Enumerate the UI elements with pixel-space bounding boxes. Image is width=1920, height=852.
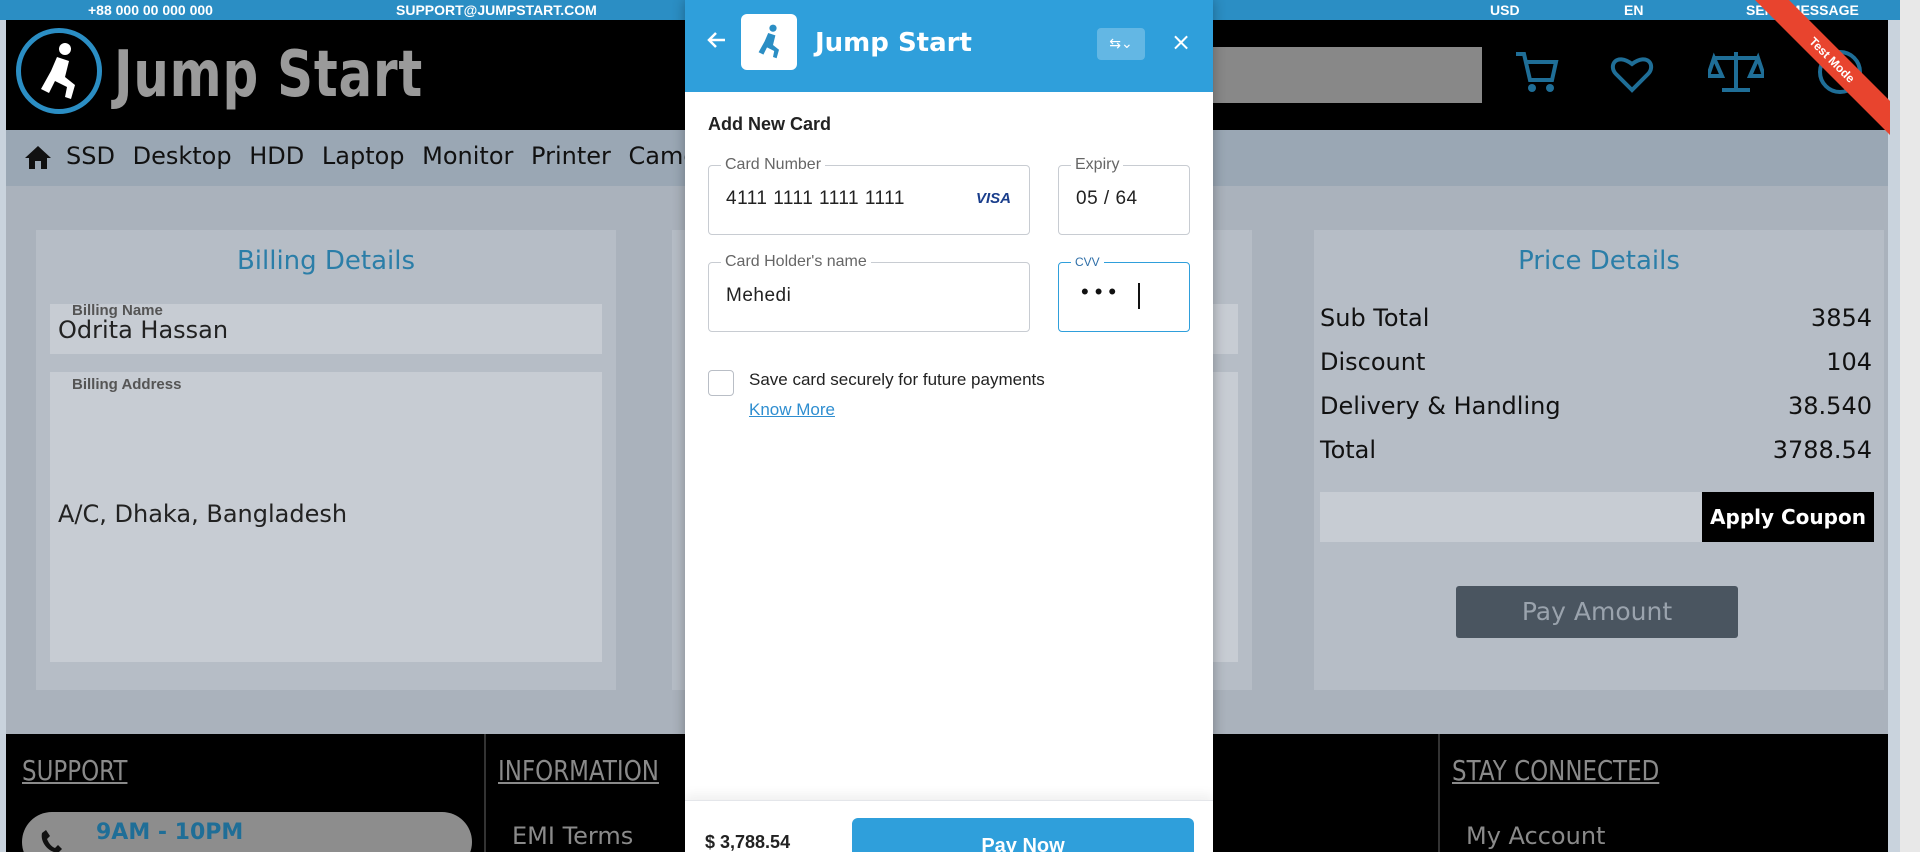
know-more-link[interactable]: Know More bbox=[749, 400, 835, 420]
price-row-discount: Discount 104 bbox=[1320, 348, 1872, 376]
support-hours-badge: 9AM - 10PM bbox=[22, 812, 472, 852]
price-row-total: Total 3788.54 bbox=[1320, 436, 1872, 464]
footer-link-my-account[interactable]: My Account bbox=[1466, 822, 1605, 850]
footer-divider bbox=[484, 734, 486, 852]
price-row-subtotal: Sub Total 3854 bbox=[1320, 304, 1872, 332]
translate-icon: ⇆⌄ bbox=[1109, 36, 1133, 52]
visa-brand-icon: VISA bbox=[975, 190, 1011, 207]
wishlist-heart-icon[interactable] bbox=[1608, 48, 1656, 96]
expiry-label: Expiry bbox=[1071, 156, 1124, 174]
card-number-label: Card Number bbox=[721, 156, 826, 174]
cart-icon[interactable] bbox=[1512, 48, 1560, 96]
pay-amount-button[interactable]: Pay Amount bbox=[1456, 586, 1738, 638]
billing-address-value: A/C, Dhaka, Bangladesh bbox=[58, 500, 348, 528]
expiry-input[interactable]: Expiry 05 / 64 bbox=[1058, 156, 1190, 235]
billing-address-label: Billing Address bbox=[72, 376, 182, 393]
compare-scale-icon[interactable] bbox=[1708, 48, 1764, 96]
billing-title: Billing Details bbox=[236, 246, 416, 276]
search-input[interactable] bbox=[1192, 47, 1482, 103]
text-caret bbox=[1138, 283, 1140, 309]
nav-item-laptop[interactable]: Laptop bbox=[322, 142, 405, 170]
price-row-delivery: Delivery & Handling 38.540 bbox=[1320, 392, 1872, 420]
cvv-label: CVV bbox=[1071, 255, 1104, 269]
currency-selector[interactable]: USD bbox=[1490, 2, 1520, 18]
send-message-link[interactable]: SEND MESSAGE bbox=[1746, 2, 1859, 18]
support-hours: 9AM - 10PM bbox=[96, 820, 244, 845]
card-holder-name-input[interactable]: Card Holder's name Mehedi bbox=[708, 253, 1030, 332]
card-holder-name-label: Card Holder's name bbox=[721, 253, 871, 271]
footer-stay-connected-title: STAY CONNECTED bbox=[1452, 754, 1660, 787]
footer-support-title: SUPPORT bbox=[22, 754, 128, 787]
billing-panel: Billing Details Billing Name Odrita Hass… bbox=[36, 230, 616, 690]
cvv-input[interactable]: CVV ••• bbox=[1058, 255, 1190, 332]
back-arrow-icon[interactable] bbox=[705, 28, 729, 52]
brand-name: Jump Start bbox=[114, 38, 424, 112]
cvv-masked-value: ••• bbox=[1081, 279, 1123, 304]
billing-name-field[interactable]: Billing Name Odrita Hassan bbox=[50, 302, 602, 354]
home-icon[interactable] bbox=[24, 144, 52, 170]
language-toggle[interactable]: ⇆⌄ bbox=[1097, 28, 1145, 60]
footer-link-emi-terms[interactable]: EMI Terms bbox=[512, 822, 633, 850]
account-icon[interactable] bbox=[1816, 48, 1864, 96]
nav-item-desktop[interactable]: Desktop bbox=[133, 142, 232, 170]
card-holder-name-value: Mehedi bbox=[726, 285, 792, 306]
nav-item-printer[interactable]: Printer bbox=[531, 142, 611, 170]
modal-header: Jump Start ⇆⌄ × bbox=[685, 0, 1213, 92]
nav-item-hdd[interactable]: HDD bbox=[249, 142, 304, 170]
site-logo[interactable] bbox=[16, 28, 102, 114]
save-card-label: Save card securely for future payments bbox=[749, 370, 1045, 389]
footer-divider bbox=[1438, 734, 1440, 852]
billing-name-value: Odrita Hassan bbox=[58, 316, 229, 344]
support-email[interactable]: SUPPORT@JUMPSTART.COM bbox=[396, 2, 597, 18]
card-number-input[interactable]: Card Number 4111 1111 1111 1111 VISA bbox=[708, 156, 1030, 235]
payment-modal: Jump Start ⇆⌄ × Add New Card Card Number… bbox=[685, 0, 1213, 852]
price-title: Price Details bbox=[1518, 246, 1680, 276]
close-icon[interactable]: × bbox=[1169, 28, 1193, 56]
expiry-value: 05 / 64 bbox=[1076, 188, 1138, 209]
nav-item-ssd[interactable]: SSD bbox=[66, 142, 115, 170]
runner-logo-icon bbox=[758, 24, 779, 59]
card-number-value: 4111 1111 1111 1111 bbox=[726, 188, 905, 209]
apply-coupon-button[interactable]: Apply Coupon bbox=[1702, 492, 1874, 542]
nav-item-monitor[interactable]: Monitor bbox=[422, 142, 513, 170]
billing-address-field[interactable]: Billing Address A/C, Dhaka, Bangladesh bbox=[50, 372, 602, 662]
footer-information-title: INFORMATION bbox=[498, 754, 659, 787]
phone-number: +88 000 00 000 000 bbox=[88, 2, 213, 18]
page-scrollbar[interactable] bbox=[1900, 0, 1920, 852]
price-panel: Price Details Sub Total 3854 Discount 10… bbox=[1314, 230, 1884, 690]
coupon-input[interactable] bbox=[1320, 492, 1702, 542]
language-selector[interactable]: EN bbox=[1624, 2, 1643, 18]
save-card-checkbox[interactable] bbox=[708, 370, 734, 396]
modal-merchant-title: Jump Start bbox=[815, 28, 972, 58]
add-new-card-title: Add New Card bbox=[708, 114, 832, 134]
runner-logo-icon bbox=[41, 43, 75, 99]
payment-amount: $ 3,788.54 bbox=[705, 832, 791, 852]
pay-now-button[interactable]: Pay Now bbox=[852, 818, 1194, 852]
nav-items: SSD Desktop HDD Laptop Monitor Printer C… bbox=[66, 142, 733, 170]
merchant-logo bbox=[741, 14, 797, 70]
phone-icon bbox=[41, 830, 62, 852]
